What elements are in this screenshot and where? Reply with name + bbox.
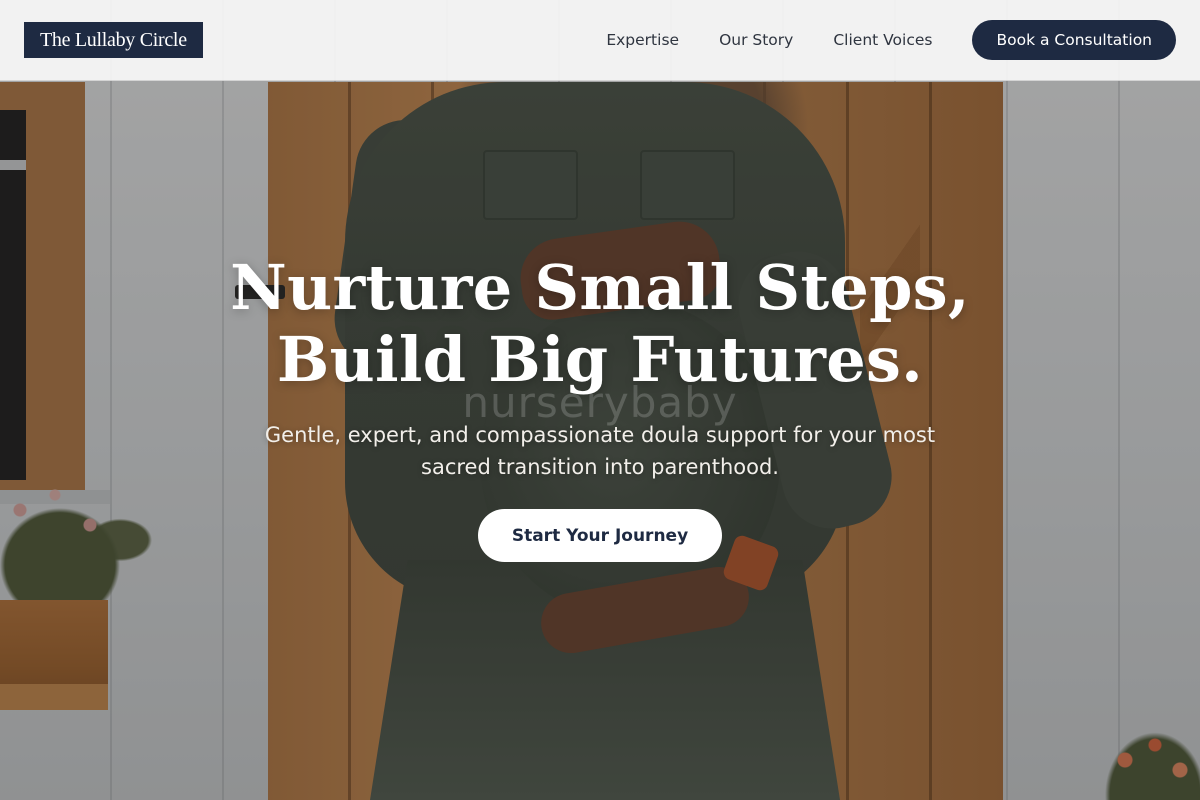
hero-headline: Nurture Small Steps, Build Big Futures. (0, 252, 1200, 396)
site-header: The Lullaby Circle Expertise Our Story C… (0, 0, 1200, 81)
hero-headline-line-2: Build Big Futures. (276, 323, 924, 396)
nav-link-client-voices[interactable]: Client Voices (833, 31, 932, 49)
book-consultation-button[interactable]: Book a Consultation (972, 20, 1176, 60)
nav-link-expertise[interactable]: Expertise (606, 31, 679, 49)
main-nav: Expertise Our Story Client Voices Book a… (606, 20, 1176, 60)
nav-link-our-story[interactable]: Our Story (719, 31, 793, 49)
start-journey-button[interactable]: Start Your Journey (478, 509, 722, 562)
hero-subtext: Gentle, expert, and compassionate doula … (264, 423, 936, 479)
hero-headline-line-1: Nurture Small Steps, (230, 251, 970, 324)
brand-logo[interactable]: The Lullaby Circle (24, 22, 203, 58)
